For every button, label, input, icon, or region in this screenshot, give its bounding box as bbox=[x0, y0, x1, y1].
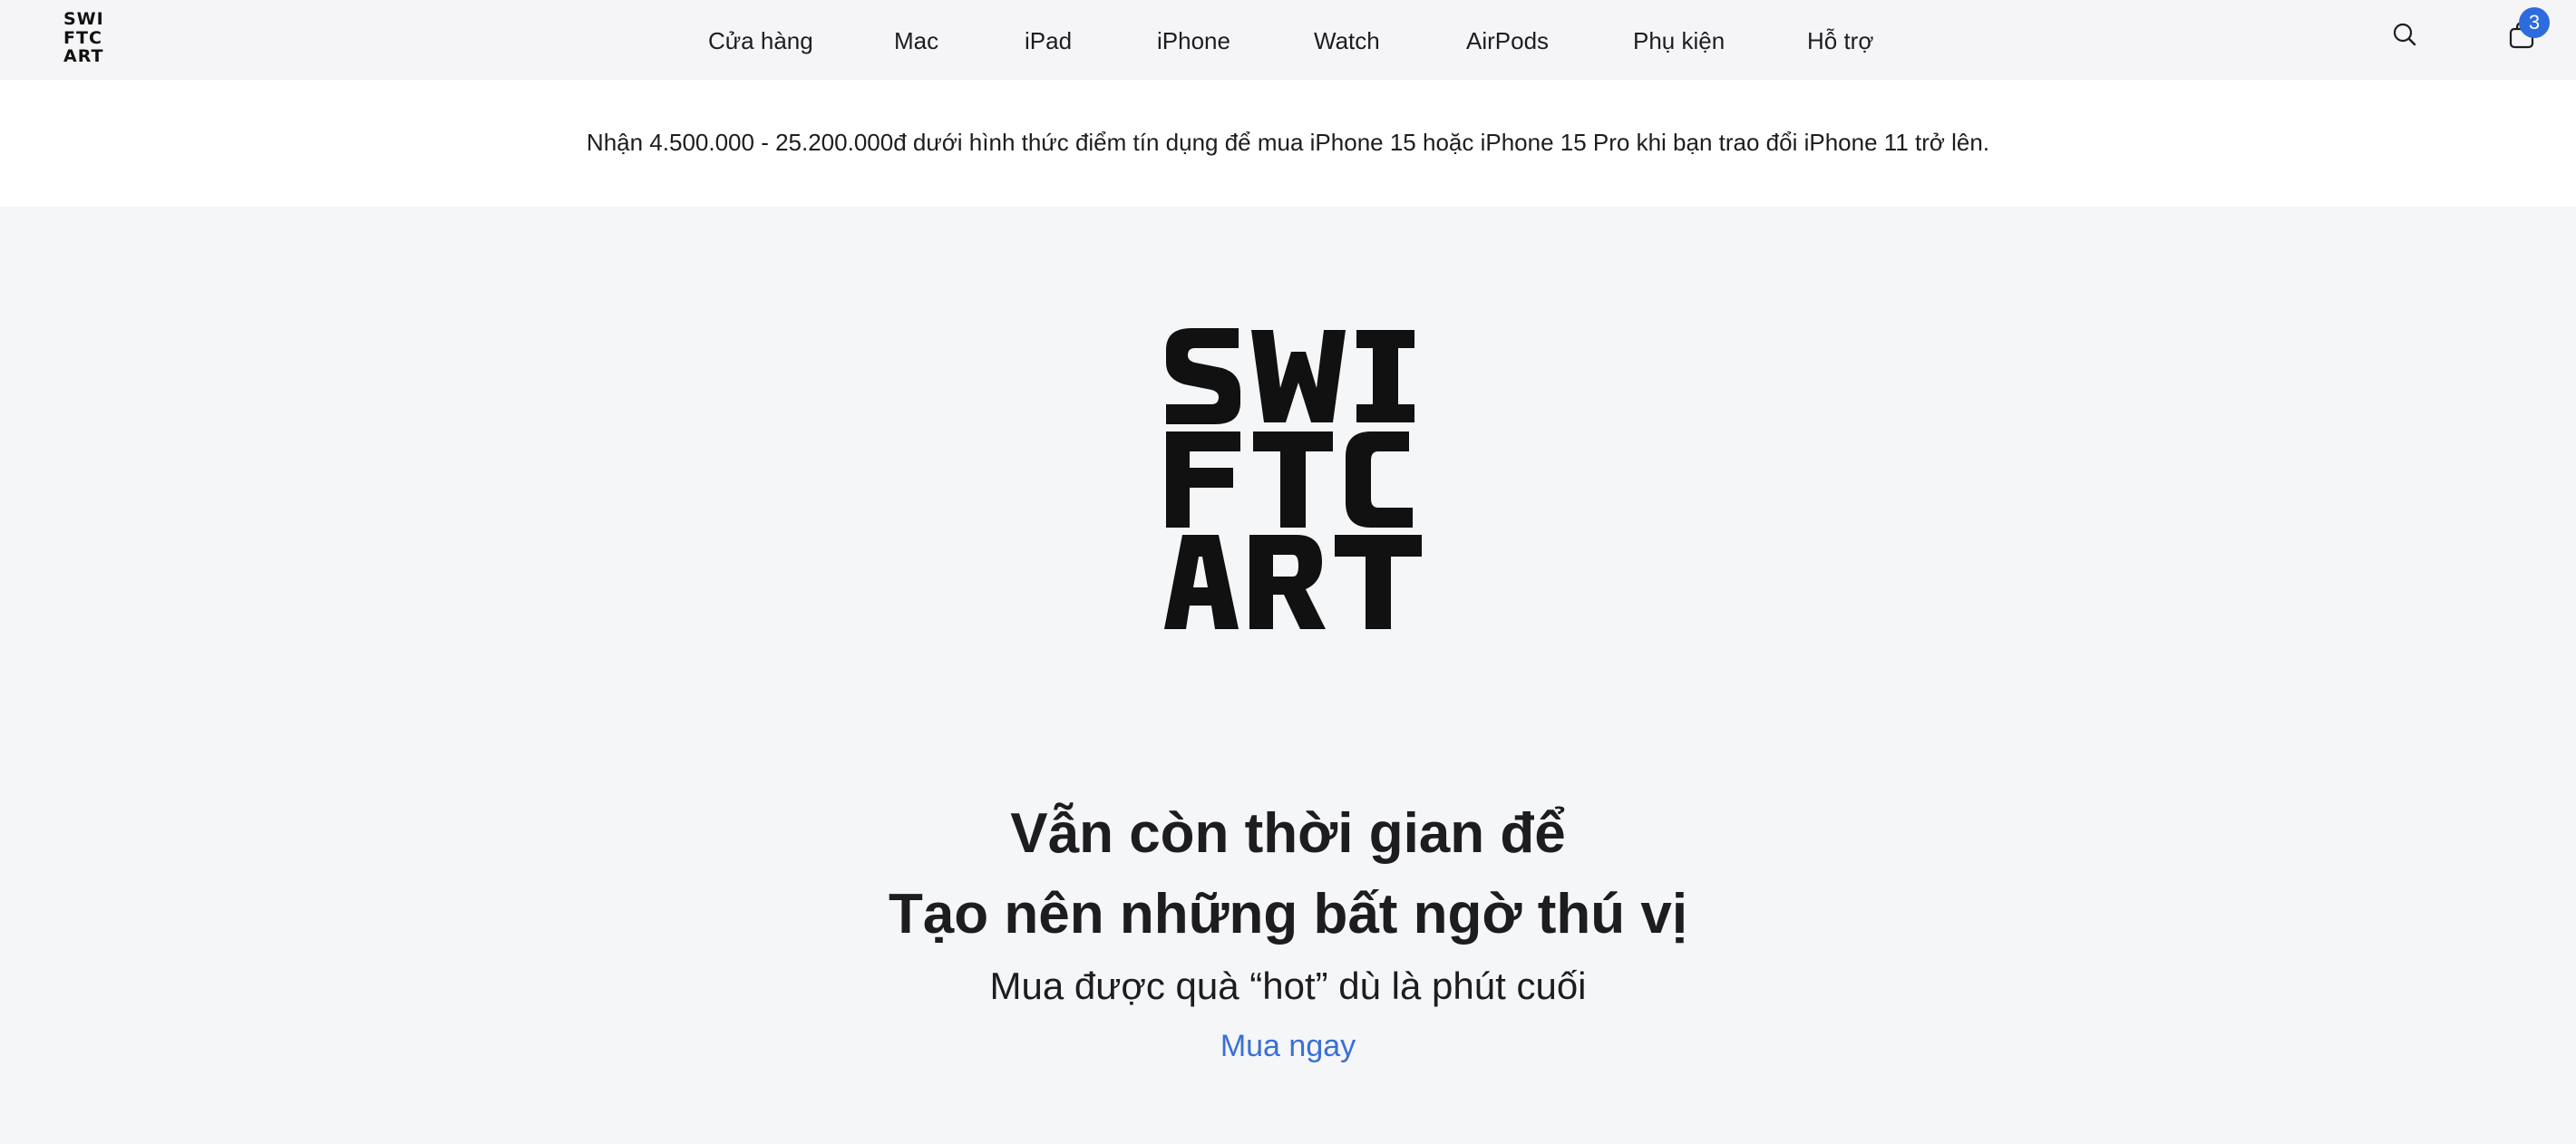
top-navigation: SWI FTC ART Cửa hàng Mac iPad iPhone Wat… bbox=[0, 0, 2576, 80]
search-icon[interactable] bbox=[2392, 22, 2417, 52]
nav-item-airpods[interactable]: AirPods bbox=[1466, 25, 1549, 56]
nav-item-ipad[interactable]: iPad bbox=[1025, 25, 1072, 56]
nav-item-store[interactable]: Cửa hàng bbox=[708, 25, 813, 56]
hero-cta-wrap: Mua ngay bbox=[0, 1026, 2576, 1066]
nav-menu: Cửa hàng Mac iPad iPhone Watch AirPods P… bbox=[0, 0, 2576, 80]
promo-banner: Nhận 4.500.000 - 25.200.000đ dưới hình t… bbox=[0, 80, 2576, 207]
nav-item-watch[interactable]: Watch bbox=[1314, 25, 1380, 56]
hero-brand-logo-art bbox=[1164, 328, 1422, 629]
promo-text: Nhận 4.500.000 - 25.200.000đ dưới hình t… bbox=[586, 129, 1990, 156]
hero-subtitle: Mua được quà “hot” dù là phút cuối bbox=[989, 965, 1587, 1007]
hero-title-line-2: Tạo nên những bất ngờ thú vị bbox=[888, 883, 1688, 945]
hero-title-line-1: Vẫn còn thời gian để bbox=[1010, 802, 1566, 865]
hero-section: Vẫn còn thời gian để Tạo nên những bất n… bbox=[0, 207, 2576, 1144]
nav-item-support[interactable]: Hỗ trợ bbox=[1807, 25, 1873, 56]
cart-count-badge: 3 bbox=[2519, 7, 2550, 38]
nav-item-accessories[interactable]: Phụ kiện bbox=[1633, 25, 1725, 56]
nav-item-iphone[interactable]: iPhone bbox=[1157, 25, 1230, 56]
buy-now-link[interactable]: Mua ngay bbox=[1220, 1029, 1356, 1063]
nav-item-mac[interactable]: Mac bbox=[894, 25, 938, 56]
hero-brand-logo bbox=[1161, 325, 1424, 633]
